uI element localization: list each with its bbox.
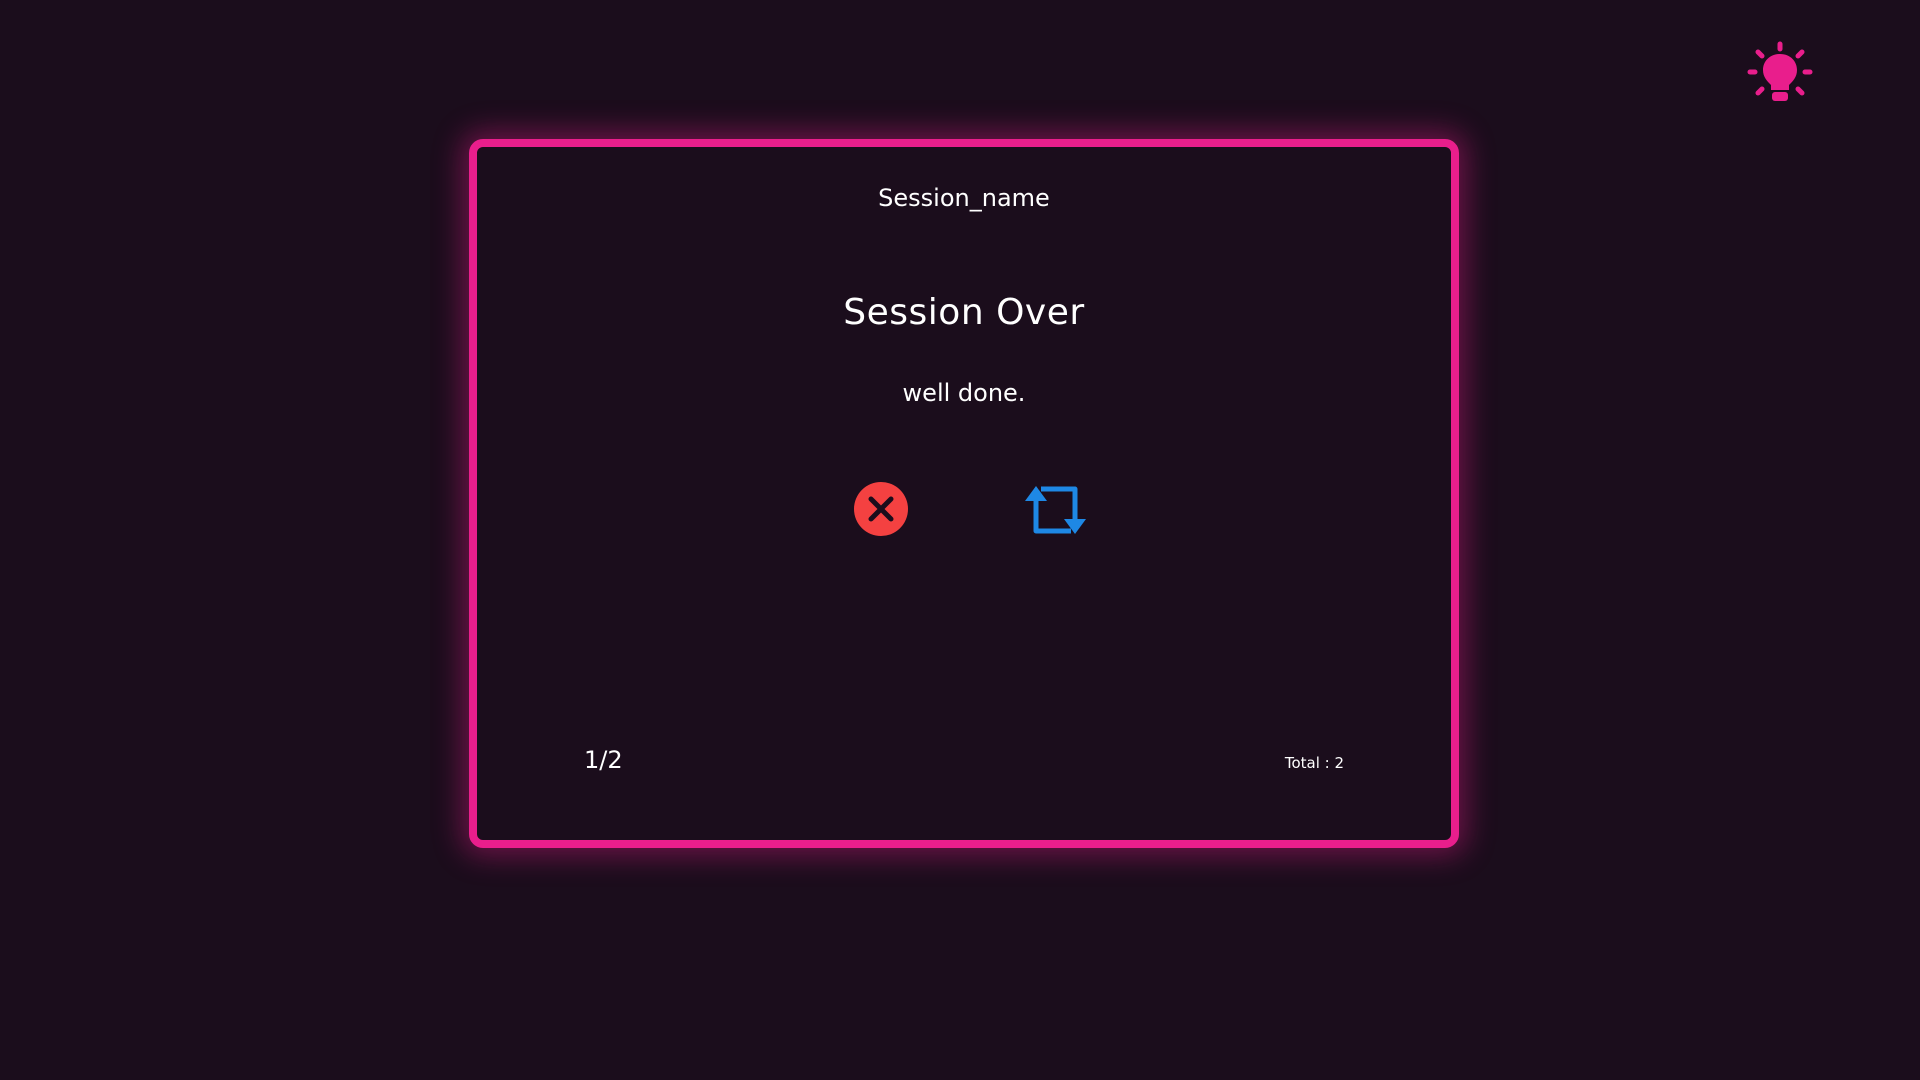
- repeat-button[interactable]: [1022, 481, 1090, 537]
- repeat-icon: [1025, 486, 1086, 534]
- session-card: Session_name Session Over well done. 1/2…: [469, 139, 1459, 848]
- session-over-title: Session Over: [843, 292, 1085, 333]
- close-button[interactable]: [853, 481, 909, 537]
- close-icon: [854, 482, 908, 536]
- app-stage: Session_name Session Over well done. 1/2…: [0, 0, 1920, 1080]
- lightbulb-icon: [1747, 41, 1813, 101]
- completion-message: well done.: [902, 379, 1026, 407]
- session-name-label: Session_name: [878, 184, 1050, 212]
- theme-toggle-button[interactable]: [1746, 40, 1814, 108]
- total-count: Total : 2: [1284, 754, 1344, 772]
- progress-counter: 1/2: [584, 746, 623, 774]
